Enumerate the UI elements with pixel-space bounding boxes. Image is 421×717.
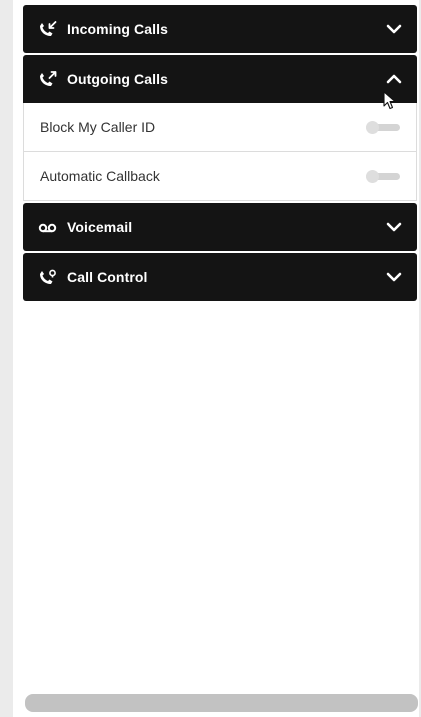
incoming-call-icon <box>38 21 57 37</box>
block-caller-id-toggle[interactable] <box>366 121 400 134</box>
outgoing-calls-header[interactable]: Outgoing Calls <box>23 55 417 103</box>
call-settings-accordion: Incoming Calls Outgoing Calls Block My C… <box>23 5 417 303</box>
block-caller-id-row: Block My Caller ID <box>23 103 417 152</box>
voicemail-header[interactable]: Voicemail <box>23 203 417 251</box>
automatic-callback-toggle[interactable] <box>366 170 400 183</box>
call-control-header[interactable]: Call Control <box>23 253 417 301</box>
chevron-up-icon <box>386 72 402 86</box>
incoming-calls-header[interactable]: Incoming Calls <box>23 5 417 53</box>
horizontal-scrollbar[interactable] <box>25 694 418 712</box>
call-control-icon <box>38 269 57 285</box>
section-title: Outgoing Calls <box>67 71 168 87</box>
setting-label: Automatic Callback <box>40 168 160 184</box>
setting-label: Block My Caller ID <box>40 119 156 135</box>
section-title: Call Control <box>67 269 148 285</box>
outgoing-call-icon <box>38 71 57 87</box>
chevron-down-icon <box>386 22 402 36</box>
chevron-down-icon <box>386 220 402 234</box>
section-title: Incoming Calls <box>67 21 168 37</box>
automatic-callback-row: Automatic Callback <box>23 152 417 201</box>
toggle-knob <box>366 121 379 134</box>
chevron-down-icon <box>386 270 402 284</box>
toggle-knob <box>366 170 379 183</box>
section-title: Voicemail <box>67 219 133 235</box>
voicemail-icon <box>38 219 57 235</box>
